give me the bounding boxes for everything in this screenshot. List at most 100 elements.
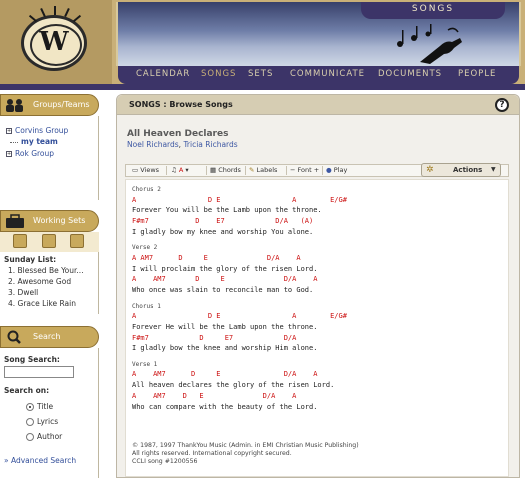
section-label: Chorus 2 — [132, 186, 161, 193]
main-nav: CALENDAR SONGS SETS COMMUNICATE DOCUMENT… — [118, 66, 519, 84]
logo-emblem: W — [21, 6, 87, 71]
lyric-line: Forever You will be the Lamb upon the th… — [132, 206, 322, 215]
section-label: Verse 2 — [132, 244, 158, 252]
search-panel-header: Search — [0, 326, 99, 348]
play-button[interactable]: ● Play — [326, 166, 347, 174]
chord-line: F#m7 D E7 D/A — [132, 333, 297, 342]
gear-icon: ✲ — [426, 165, 434, 175]
section-label: Chorus 1 — [132, 302, 161, 310]
views-icon: ▭ — [132, 166, 141, 174]
group-item-corvins[interactable]: + Corvins Group — [6, 126, 68, 135]
radio-author[interactable]: Author — [26, 432, 62, 441]
actions-button[interactable]: ✲ Actions ▼ — [421, 163, 501, 177]
chord-line: A AM7 D E D/A A — [132, 253, 301, 262]
chord-line: F#m7 D E7 D/A (A) — [132, 216, 314, 225]
banner-title: SONGS — [361, 2, 505, 19]
toolbar-divider — [245, 166, 246, 175]
tree-connector — [10, 141, 18, 143]
radio-icon[interactable] — [26, 418, 34, 426]
workset-list-title[interactable]: Sunday List: — [4, 255, 56, 264]
expand-icon[interactable]: + — [6, 151, 12, 157]
workset-song[interactable]: 2. Awesome God — [8, 277, 71, 286]
copyright-line: CCLI song #1200556 — [132, 458, 198, 465]
print-icon[interactable] — [42, 234, 56, 248]
worksets-panel-title: Working Sets — [33, 216, 86, 225]
chord-line: A AM7 D E D/A A — [132, 391, 297, 400]
nav-calendar[interactable]: CALENDAR — [136, 69, 190, 79]
music-note-icon: ♫ — [171, 166, 179, 174]
workset-song[interactable]: 1. Blessed Be Your... — [8, 266, 84, 275]
help-icon[interactable]: ? — [495, 98, 509, 112]
views-label: Views — [140, 166, 160, 174]
group-item-my-team[interactable]: my team — [10, 137, 58, 146]
labels-icon: ✎ — [249, 166, 257, 174]
toolbar-divider — [206, 166, 207, 175]
chord-line: A AM7 D E D/A A — [132, 370, 318, 379]
toolbar-divider — [286, 166, 287, 175]
main-header: SONGS : Browse Songs ? — [117, 95, 519, 115]
logo-ray — [72, 14, 82, 23]
headphones-icon[interactable] — [13, 234, 27, 248]
logo-ray — [28, 14, 38, 23]
song-sheet: Chorus 2 A D E A E/G# Forever You will be … — [125, 179, 509, 477]
advanced-search-link[interactable]: » Advanced Search — [4, 456, 76, 465]
lyric-line: Forever He will be the Lamb upon the thr… — [132, 322, 318, 331]
key-select[interactable]: ♫ A ▾ — [171, 166, 189, 174]
chords-button[interactable]: ▦ Chords — [210, 166, 241, 174]
minus-icon: − — [290, 166, 298, 174]
nav-people[interactable]: PEOPLE — [458, 69, 496, 79]
labels-button[interactable]: ✎ Labels — [249, 166, 277, 174]
search-panel-title: Search — [33, 332, 61, 341]
expand-icon[interactable]: + — [6, 128, 12, 134]
chord-line: A D E A E/G# — [132, 195, 347, 204]
song-search-input[interactable] — [4, 366, 74, 378]
copyright-line: All rights reserved. International copyr… — [132, 450, 292, 457]
search-panel-body: Song Search: Search on: Title Lyrics Aut… — [0, 348, 99, 478]
export-icon[interactable] — [70, 234, 84, 248]
chords-icon: ▦ — [210, 166, 219, 174]
music-hand-icon — [397, 24, 462, 64]
toolbar-divider — [322, 166, 323, 175]
labels-label: Labels — [256, 166, 278, 174]
group-item-rok[interactable]: + Rok Group — [6, 149, 54, 158]
radio-label: Lyrics — [37, 417, 59, 426]
nav-documents[interactable]: DOCUMENTS — [378, 69, 442, 79]
search-on-label: Search on: — [4, 386, 50, 395]
lyric-line: I gladly bow the knee and worship Him al… — [132, 344, 318, 353]
lyric-line: All heaven declares the glory of the ris… — [132, 381, 335, 390]
lyric-line: Who once was slain to reconcile man to G… — [132, 285, 314, 294]
groups-panel-body: + Corvins Group my team + Rok Group — [0, 116, 99, 200]
radio-lyrics[interactable]: Lyrics — [26, 417, 58, 426]
nav-communicate[interactable]: COMMUNICATE — [290, 69, 365, 79]
play-icon: ● — [326, 166, 334, 174]
section-label: Verse 1 — [132, 360, 158, 368]
lyric-line: I will proclaim the glory of the risen L… — [132, 264, 318, 273]
worksets-panel-body: Sunday List: 1. Blessed Be Your... 2. Aw… — [0, 252, 99, 314]
worksets-toolbar — [0, 232, 99, 252]
workset-song[interactable]: 3. Dwell — [8, 288, 38, 297]
group-label[interactable]: Corvins Group — [15, 126, 68, 135]
radio-title[interactable]: Title — [26, 402, 53, 411]
main-panel: SONGS : Browse Songs ? All Heaven Declar… — [116, 94, 520, 478]
logo-ray — [54, 6, 56, 15]
toolbar-divider — [166, 166, 167, 175]
song-title: All Heaven Declares — [127, 129, 229, 139]
radio-selected-icon[interactable] — [26, 403, 34, 411]
author-link[interactable]: Tricia Richards — [183, 140, 237, 149]
workset-song[interactable]: 4. Grace Like Rain — [8, 299, 76, 308]
song-search-label: Song Search: — [4, 355, 60, 364]
logo[interactable]: W — [0, 0, 112, 90]
group-label[interactable]: my team — [21, 137, 58, 146]
radio-label: Author — [37, 432, 63, 441]
views-button[interactable]: ▭ Views — [132, 166, 159, 174]
author-link[interactable]: Noel Richards — [127, 140, 179, 149]
radio-label: Title — [37, 402, 54, 411]
lyric-line: I gladly bow my knee and worship You alo… — [132, 227, 314, 236]
font-button[interactable]: − Font + — [290, 166, 319, 174]
group-label[interactable]: Rok Group — [15, 149, 54, 158]
people-icon — [6, 99, 23, 112]
nav-songs[interactable]: SONGS — [201, 69, 236, 79]
nav-sets[interactable]: SETS — [248, 69, 273, 79]
radio-icon[interactable] — [26, 433, 34, 441]
chord-line: A D E A E/G# — [132, 312, 347, 321]
